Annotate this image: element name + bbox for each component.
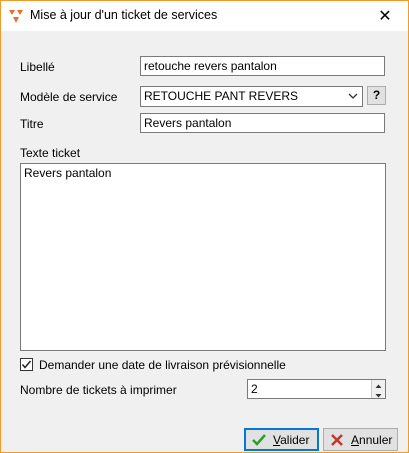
help-button[interactable]: ?	[367, 86, 386, 105]
modele-select-value: RETOUCHE PANT REVERS	[144, 89, 299, 103]
check-icon	[251, 432, 267, 448]
texte-label: Texte ticket	[20, 146, 81, 160]
dialog-window: Mise à jour d'un ticket de services ✕ Li…	[0, 0, 409, 453]
close-icon: ✕	[378, 8, 392, 25]
titre-input[interactable]: Revers pantalon	[140, 113, 385, 133]
checkmark-icon	[21, 360, 32, 369]
spin-up-button[interactable]	[371, 380, 385, 389]
titre-label: Titre	[20, 117, 44, 131]
nb-tickets-value: 2	[251, 382, 258, 396]
livraison-checkbox-label[interactable]: Demander une date de livraison prévision…	[39, 358, 286, 372]
libelle-input[interactable]: retouche revers pantalon	[140, 56, 385, 76]
nb-tickets-spinner[interactable]: 2	[247, 379, 386, 399]
livraison-checkbox[interactable]	[20, 358, 33, 371]
app-logo-icon	[8, 8, 24, 24]
annuler-button[interactable]: Annuler	[323, 428, 398, 451]
chevron-down-icon	[347, 90, 359, 102]
valider-label: Valider	[273, 432, 310, 447]
modele-label: Modèle de service	[20, 90, 118, 104]
title-bar: Mise à jour d'un ticket de services ✕	[1, 1, 408, 31]
libelle-label: Libellé	[20, 60, 55, 74]
annuler-label: Annuler	[351, 432, 393, 447]
modele-select[interactable]: RETOUCHE PANT REVERS	[140, 86, 363, 107]
texte-textarea[interactable]: Revers pantalon	[20, 163, 386, 351]
valider-button[interactable]: Valider	[244, 428, 319, 451]
nb-tickets-label: Nombre de tickets à imprimer	[20, 383, 177, 397]
cross-icon	[329, 432, 345, 448]
spin-down-icon	[375, 394, 382, 398]
close-button[interactable]: ✕	[362, 1, 408, 31]
spin-down-button[interactable]	[371, 389, 385, 398]
window-title: Mise à jour d'un ticket de services	[30, 8, 218, 22]
